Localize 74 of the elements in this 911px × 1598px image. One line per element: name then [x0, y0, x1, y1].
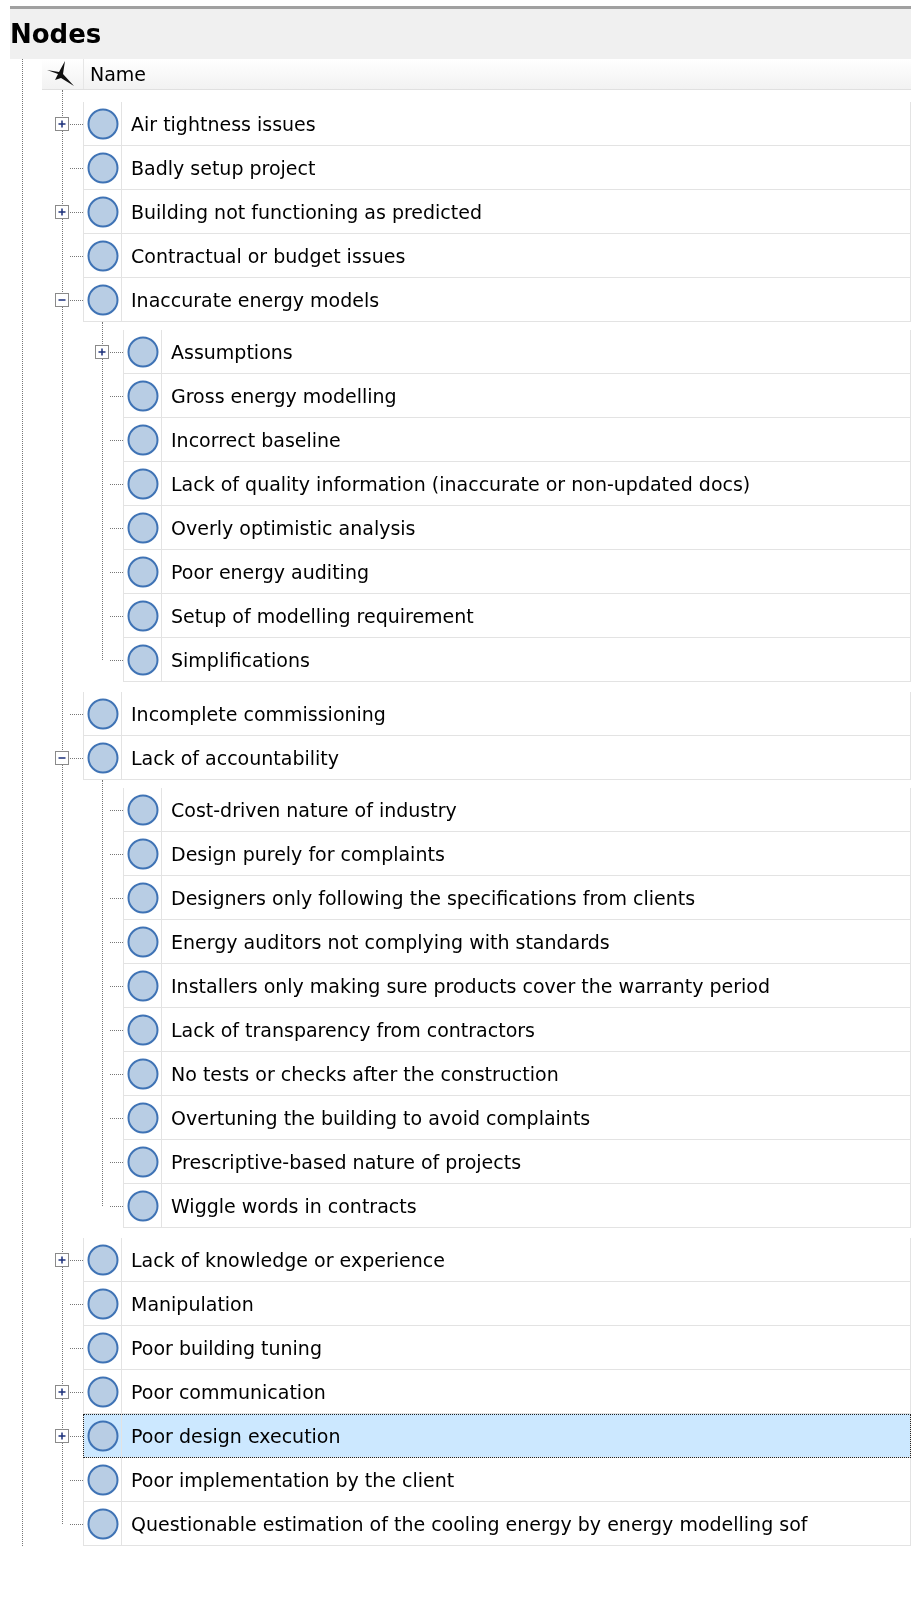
node-circle-icon — [86, 1243, 119, 1276]
node-label: Lack of knowledge or experience — [131, 1248, 445, 1271]
node-label: Lack of transparency from contractors — [171, 1018, 535, 1041]
node-circle-icon — [126, 379, 159, 412]
node-label: Assumptions — [171, 340, 293, 363]
expander-toggle[interactable] — [55, 205, 69, 219]
node-label: Badly setup project — [131, 156, 316, 179]
expander-toggle[interactable] — [55, 1253, 69, 1267]
expander-toggle[interactable] — [55, 1385, 69, 1399]
node-circle-icon — [126, 1189, 159, 1222]
node-label: Poor design execution — [131, 1424, 341, 1447]
node-circle-icon — [126, 1057, 159, 1090]
node-circle-icon — [126, 335, 159, 368]
node-circle-icon — [86, 1331, 119, 1364]
node-label: Questionable estimation of the cooling energy by energy modelling sof — [131, 1512, 808, 1535]
node-label: Incorrect baseline — [171, 428, 341, 451]
node-circle-icon — [86, 741, 119, 774]
node-circle-icon — [126, 793, 159, 826]
node-label: Prescriptive-based nature of projects — [171, 1150, 522, 1173]
node-circle-icon — [86, 697, 119, 730]
expander-toggle[interactable] — [55, 1429, 69, 1443]
node-label: Wiggle words in contracts — [171, 1194, 417, 1217]
node-circle-icon — [126, 1145, 159, 1178]
node-label: Setup of modelling requirement — [171, 604, 474, 627]
node-circle-icon — [126, 881, 159, 914]
node-label: Gross energy modelling — [171, 384, 397, 407]
node-circle-icon — [126, 599, 159, 632]
node-circle-icon — [86, 1507, 119, 1540]
node-circle-icon — [86, 1463, 119, 1496]
node-circle-icon — [86, 1375, 119, 1408]
node-circle-icon — [126, 467, 159, 500]
star-icon — [45, 60, 75, 88]
node-label: No tests or checks after the construction — [171, 1062, 559, 1085]
node-circle-icon — [126, 837, 159, 870]
node-circle-icon — [86, 151, 119, 184]
node-label: Air tightness issues — [131, 112, 316, 135]
node-circle-icon — [86, 107, 119, 140]
node-circle-icon — [86, 195, 119, 228]
expander-toggle[interactable] — [55, 117, 69, 131]
node-label: Manipulation — [131, 1292, 254, 1315]
node-circle-icon — [86, 283, 119, 316]
node-circle-icon — [126, 969, 159, 1002]
panel-title: Nodes — [10, 19, 102, 49]
node-circle-icon — [126, 423, 159, 456]
node-label: Poor communication — [131, 1380, 326, 1403]
node-circle-icon — [126, 555, 159, 588]
node-label: Lack of quality information (inaccurate or non-updated docs) — [171, 472, 751, 495]
node-label: Poor building tuning — [131, 1336, 322, 1359]
node-circle-icon — [126, 511, 159, 544]
node-label: Poor implementation by the client — [131, 1468, 455, 1491]
node-circle-icon — [126, 1101, 159, 1134]
node-label: Poor energy auditing — [171, 560, 369, 583]
expander-toggle[interactable] — [95, 345, 109, 359]
node-label: Incomplete commissioning — [131, 702, 386, 725]
node-circle-icon — [126, 643, 159, 676]
node-label: Overly optimistic analysis — [171, 516, 416, 539]
expander-toggle[interactable] — [55, 293, 69, 307]
node-circle-icon — [86, 239, 119, 272]
node-label: Simplifications — [171, 648, 310, 671]
node-label: Energy auditors not complying with standards — [171, 930, 610, 953]
node-circle-icon — [86, 1419, 119, 1452]
node-circle-icon — [86, 1287, 119, 1320]
expander-toggle[interactable] — [55, 751, 69, 765]
node-label: Lack of accountability — [131, 746, 339, 769]
node-label: Cost-driven nature of industry — [171, 798, 457, 821]
node-label: Building not functioning as predicted — [131, 200, 483, 223]
node-label: Overtuning the building to avoid complaints — [171, 1106, 591, 1129]
node-label: Designers only following the specifications from clients — [171, 886, 696, 909]
node-label: Contractual or budget issues — [131, 244, 406, 267]
node-label: Inaccurate energy models — [131, 288, 380, 311]
node-circle-icon — [126, 1013, 159, 1046]
node-label: Design purely for complaints — [171, 842, 445, 865]
node-label: Installers only making sure products cover the warranty period — [171, 974, 770, 997]
node-circle-icon — [126, 925, 159, 958]
